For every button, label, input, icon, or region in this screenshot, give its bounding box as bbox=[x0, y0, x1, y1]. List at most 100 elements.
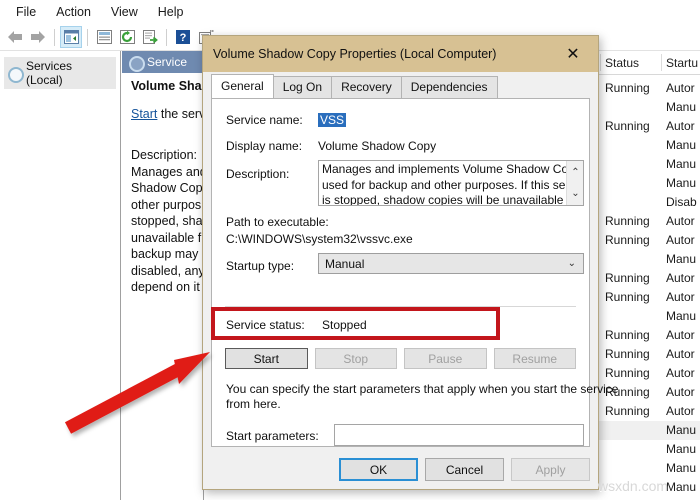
header-divider bbox=[661, 54, 662, 71]
help-line: from here. bbox=[226, 397, 281, 411]
app-root: File Action View Help ? Services (Local)… bbox=[0, 0, 700, 500]
chevron-down-icon[interactable]: ⌄ bbox=[567, 185, 583, 201]
display-name-value: Volume Shadow Copy bbox=[318, 139, 437, 153]
row-startup-type: Manu bbox=[666, 480, 697, 494]
row-startup-type: Manu bbox=[666, 157, 697, 171]
dialog-title-bar[interactable]: Volume Shadow Copy Properties (Local Com… bbox=[203, 36, 598, 72]
apply-button: Apply bbox=[511, 458, 590, 481]
row-startup-type: Autor bbox=[666, 290, 695, 304]
details-description-line: depend on it bbox=[131, 280, 200, 294]
row-startup-type: Manu bbox=[666, 423, 697, 437]
tab-log-on[interactable]: Log On bbox=[272, 76, 333, 98]
service-properties-dialog: Volume Shadow Copy Properties (Local Com… bbox=[202, 35, 618, 490]
back-arrow-icon[interactable] bbox=[4, 26, 26, 48]
row-startup-type: Manu bbox=[666, 176, 697, 190]
toolbar-divider-3 bbox=[166, 28, 167, 46]
forward-arrow-icon[interactable] bbox=[27, 26, 49, 48]
menu-item-file[interactable]: File bbox=[6, 3, 46, 21]
row-status: Running bbox=[605, 119, 650, 133]
toolbar-divider-1 bbox=[54, 28, 55, 46]
row-startup-type: Manu bbox=[666, 100, 697, 114]
details-description-line: backup may bbox=[131, 247, 199, 261]
menu-item-help[interactable]: Help bbox=[148, 3, 194, 21]
start-button[interactable]: Start bbox=[225, 348, 308, 369]
row-startup-type: Autor bbox=[666, 385, 695, 399]
chevron-down-icon: ⌄ bbox=[567, 258, 576, 269]
startup-type-dropdown[interactable]: Manual ⌄ bbox=[318, 253, 584, 274]
details-description-line: disabled, any bbox=[131, 263, 203, 278]
tab-general[interactable]: General bbox=[211, 74, 274, 98]
resume-button: Resume bbox=[493, 348, 576, 369]
dialog-footer: OK Cancel Apply bbox=[339, 458, 590, 481]
menu-item-view[interactable]: View bbox=[101, 3, 148, 21]
start-parameters-input[interactable] bbox=[334, 424, 584, 446]
description-line: is stopped, shadow copies will be unavai… bbox=[322, 193, 581, 206]
chevron-up-icon[interactable]: ⌃ bbox=[567, 164, 583, 180]
row-startup-type: Autor bbox=[666, 404, 695, 418]
export-list-icon[interactable] bbox=[139, 26, 161, 48]
row-status: Running bbox=[605, 404, 650, 418]
details-header-label: Service bbox=[147, 55, 188, 69]
path-to-executable-label: Path to executable: bbox=[226, 215, 329, 229]
start-parameters-help: You can specify the start parameters tha… bbox=[226, 382, 618, 412]
tab-dependencies[interactable]: Dependencies bbox=[400, 76, 498, 98]
details-action-line: Start the serv bbox=[131, 107, 203, 121]
service-status-label: Service status: bbox=[226, 318, 305, 332]
ok-button[interactable]: OK bbox=[339, 458, 418, 481]
tree-item-services-local[interactable]: Services (Local) bbox=[4, 57, 116, 89]
description-label: Description: bbox=[226, 167, 290, 181]
services-gear-icon bbox=[7, 66, 24, 83]
row-status: Running bbox=[605, 366, 650, 380]
menu-item-action[interactable]: Action bbox=[46, 3, 101, 21]
toolbar-divider-2 bbox=[87, 28, 88, 46]
service-name-value: VSS bbox=[318, 113, 347, 127]
row-status: Running bbox=[605, 347, 650, 361]
details-pane-content: Volume Sha Start the serv Description: M… bbox=[122, 73, 203, 296]
description-textbox[interactable]: Manages and implements Volume Shadow Cop… bbox=[318, 160, 584, 206]
column-header-status[interactable]: Status bbox=[605, 56, 639, 70]
row-status: Running bbox=[605, 233, 650, 247]
console-tree-pane: Services (Local) bbox=[0, 51, 121, 500]
svg-text:?: ? bbox=[180, 32, 187, 44]
row-startup-type: Autor bbox=[666, 119, 695, 133]
description-line: Manages and implements Volume Shadow Cop… bbox=[322, 162, 584, 176]
row-startup-type: Autor bbox=[666, 233, 695, 247]
row-startup-type: Autor bbox=[666, 328, 695, 342]
startup-type-value: Manual bbox=[325, 256, 365, 271]
cancel-button[interactable]: Cancel bbox=[425, 458, 504, 481]
row-startup-type: Autor bbox=[666, 81, 695, 95]
dialog-body: General Log On Recovery Dependencies Ser… bbox=[203, 72, 618, 489]
show-hide-tree-icon[interactable] bbox=[60, 26, 82, 48]
row-status: Running bbox=[605, 290, 650, 304]
start-parameters-label: Start parameters: bbox=[226, 429, 319, 443]
description-scrollbar[interactable]: ⌃ ⌄ bbox=[566, 161, 583, 205]
separator-line bbox=[225, 306, 576, 307]
details-gear-icon bbox=[128, 55, 145, 72]
details-action-rest: the serv bbox=[157, 107, 203, 121]
service-status-value: Stopped bbox=[322, 318, 367, 332]
tab-recovery[interactable]: Recovery bbox=[331, 76, 402, 98]
details-description-line: other purpos bbox=[131, 197, 202, 212]
close-icon[interactable]: ✕ bbox=[554, 39, 592, 69]
properties-icon[interactable] bbox=[93, 26, 115, 48]
help-icon[interactable]: ? bbox=[172, 26, 194, 48]
watermark: wsxdn.com bbox=[598, 478, 669, 494]
row-status: Running bbox=[605, 271, 650, 285]
display-name-label: Display name: bbox=[226, 139, 303, 153]
details-description-label: Description: bbox=[131, 148, 197, 162]
pause-button: Pause bbox=[404, 348, 487, 369]
refresh-icon[interactable] bbox=[116, 26, 138, 48]
row-startup-type: Autor bbox=[666, 214, 695, 228]
tab-page-general: Service name: VSS Display name: Volume S… bbox=[211, 98, 618, 447]
start-service-link[interactable]: Start bbox=[131, 107, 157, 121]
row-startup-type: Manu bbox=[666, 442, 697, 456]
description-text: Manages and implements Volume Shadow Cop… bbox=[322, 162, 584, 206]
dialog-title: Volume Shadow Copy Properties (Local Com… bbox=[213, 47, 497, 61]
row-status: Running bbox=[605, 81, 650, 95]
details-pane-header: Service bbox=[122, 51, 203, 73]
details-description-line: stopped, sha bbox=[131, 214, 203, 228]
menu-bar: File Action View Help bbox=[0, 0, 700, 24]
details-description-line: Shadow Cop bbox=[131, 181, 203, 195]
service-name-value-wrap[interactable]: VSS bbox=[318, 113, 347, 127]
column-header-startup-type[interactable]: Startu bbox=[666, 56, 698, 70]
